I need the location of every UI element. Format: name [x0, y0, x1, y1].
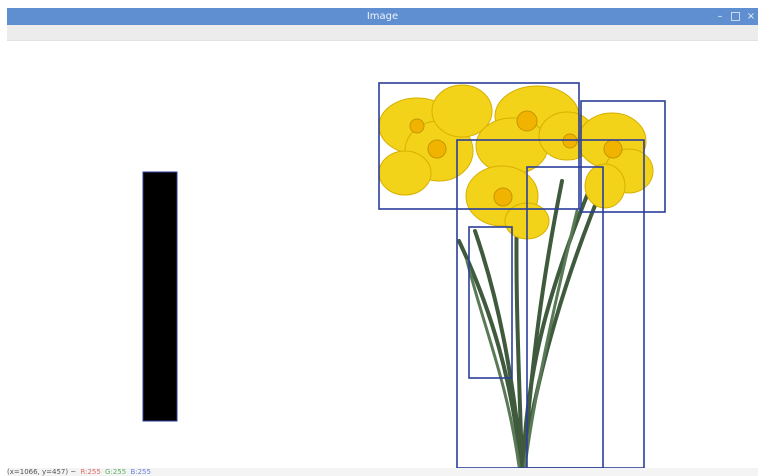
maximize-icon[interactable]	[731, 12, 740, 21]
toolbar	[7, 25, 758, 41]
cursor-coordinates: (x=1066, y=457) ~	[7, 468, 77, 476]
window-controls: – ×	[715, 8, 756, 25]
image-view	[142, 82, 666, 468]
pixel-r-value: R:255	[80, 468, 101, 476]
black-bar	[142, 171, 178, 422]
pixel-g-value: G:255	[105, 468, 127, 476]
window-titlebar: Image – ×	[7, 8, 758, 25]
status-bar: (x=1066, y=457) ~ R:255 G:255 B:255	[7, 468, 758, 476]
close-icon[interactable]: ×	[746, 8, 756, 25]
image-canvas[interactable]	[7, 41, 758, 468]
minimize-icon[interactable]: –	[715, 8, 725, 25]
daffodil-bouquet	[378, 84, 654, 468]
pixel-b-value: B:255	[130, 468, 151, 476]
window-title: Image	[366, 11, 399, 22]
